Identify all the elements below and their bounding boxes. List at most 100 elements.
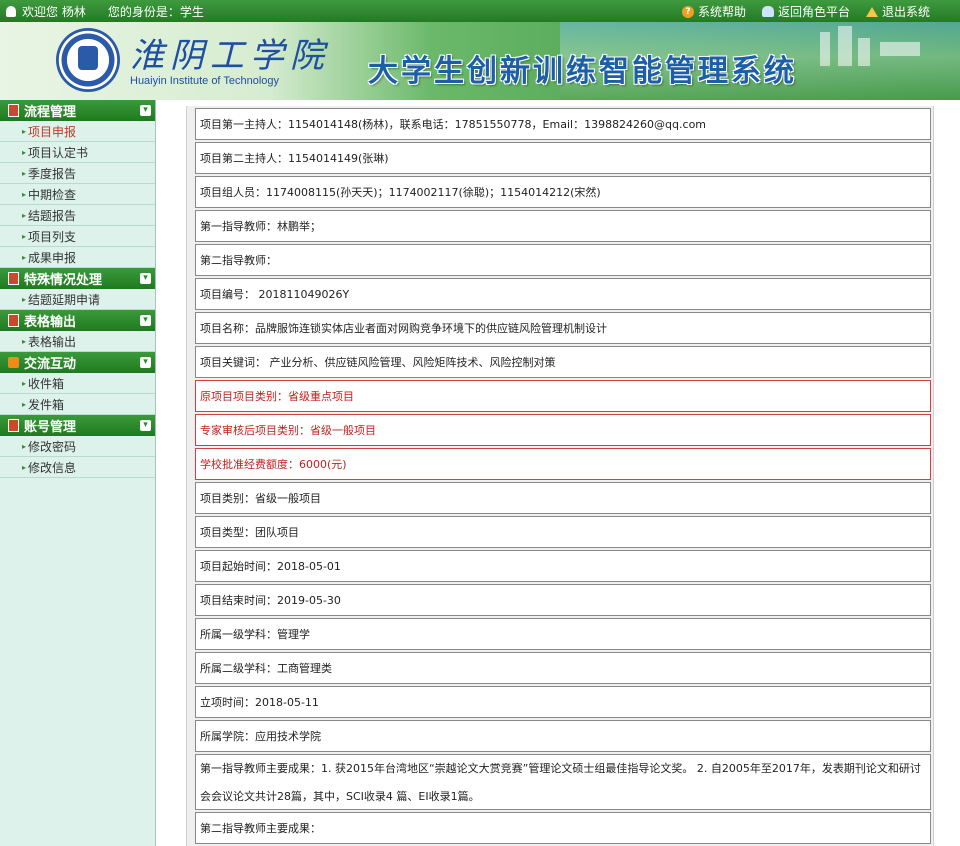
row-project-number: 项目编号： 201811049026Y [195,278,931,310]
arrow-right-icon: ▸ [22,147,27,157]
arrow-right-icon: ▸ [22,231,27,241]
sidebar-item-outbox[interactable]: ▸ 发件箱 [0,394,155,415]
rss-icon [8,357,19,368]
document-icon [8,314,19,327]
collapse-icon[interactable]: ▾ [140,315,151,326]
arrow-right-icon: ▸ [22,126,27,136]
arrow-right-icon: ▸ [22,462,27,472]
section-title: 交流互动 [24,357,77,372]
header-banner: 淮阴工学院 Huaiyin Institute of Technology 大学… [0,22,960,100]
collapse-icon[interactable]: ▾ [140,420,151,431]
row-category: 项目类别：省级一般项目 [195,482,931,514]
row-first-advisor: 第一指导教师：林鹏举； [195,210,931,242]
top-bar: 欢迎您 杨林 您的身份是：学生 ? 系统帮助 返回角色平台 退出系统 [0,0,960,22]
sidebar-item-label: 修改密码 [28,439,77,454]
sidebar-item-expenditure[interactable]: ▸ 项目列支 [0,226,155,247]
sidebar-item-label: 收件箱 [28,376,65,391]
sidebar-item-label: 项目列支 [28,229,77,244]
sidebar: 流程管理 ▾ ▸ 项目申报 ▸ 项目认定书 ▸ 季度报告 ▸ 中期检查 ▸ 结题报告 ▸ 项… [0,100,156,846]
row-second-advisor: 第二指导教师： [195,244,931,276]
row-type: 项目类型：团队项目 [195,516,931,548]
section-title: 表格输出 [24,315,77,330]
sidebar-item-project-apply[interactable]: ▸ 项目申报 [0,121,155,142]
section-account[interactable]: 账号管理 ▾ [0,415,155,436]
sidebar-item-extension[interactable]: ▸ 结题延期申请 [0,289,155,310]
arrow-right-icon: ▸ [22,210,27,220]
school-seal-logo [56,28,120,92]
sidebar-item-label: 项目认定书 [28,145,89,160]
sidebar-item-label: 项目申报 [28,124,77,139]
row-original-category: 原项目项目类别：省级重点项目 [195,380,931,412]
user-icon [6,6,16,17]
sidebar-item-label: 结题报告 [28,208,77,223]
sidebar-item-inbox[interactable]: ▸ 收件箱 [0,373,155,394]
school-name-en: Huaiyin Institute of Technology [130,75,279,87]
system-title: 大学生创新训练智能管理系统 [368,54,797,89]
row-second-advisor-achievements: 第二指导教师主要成果： [195,812,931,844]
document-icon [8,272,19,285]
user-info: 欢迎您 杨林 您的身份是：学生 [6,3,204,20]
logout-label: 退出系统 [881,5,930,19]
sidebar-item-change-password[interactable]: ▸ 修改密码 [0,436,155,457]
arrow-right-icon: ▸ [22,168,27,178]
document-icon [8,104,19,117]
collapse-icon[interactable]: ▾ [140,105,151,116]
row-discipline-2: 所属二级学科：工商管理类 [195,652,931,684]
arrow-right-icon: ▸ [22,294,27,304]
sidebar-item-midterm-check[interactable]: ▸ 中期检查 [0,184,155,205]
sidebar-item-label: 季度报告 [28,166,77,181]
sidebar-item-label: 中期检查 [28,187,77,202]
collapse-icon[interactable]: ▾ [140,357,151,368]
back-role-label: 返回角色平台 [777,5,850,19]
row-reviewed-category: 专家审核后项目类别：省级一般项目 [195,414,931,446]
row-discipline-1: 所属一级学科：管理学 [195,618,931,650]
help-label: 系统帮助 [697,5,746,19]
sidebar-item-edit-info[interactable]: ▸ 修改信息 [0,457,155,478]
sidebar-item-final-report[interactable]: ▸ 结题报告 [0,205,155,226]
arrow-right-icon: ▸ [22,189,27,199]
section-communication[interactable]: 交流互动 ▾ [0,352,155,373]
section-title: 账号管理 [24,420,77,435]
row-college: 所属学院：应用技术学院 [195,720,931,752]
section-title: 流程管理 [24,105,77,120]
sidebar-item-form-output[interactable]: ▸ 表格输出 [0,331,155,352]
document-icon [8,419,19,432]
people-icon [761,6,774,17]
section-process-management[interactable]: 流程管理 ▾ [0,100,155,121]
arrow-right-icon: ▸ [22,336,27,346]
sidebar-item-label: 修改信息 [28,460,77,475]
row-approval-date: 立项时间：2018-05-11 [195,686,931,718]
sidebar-item-label: 发件箱 [28,397,65,412]
row-first-advisor-achievements: 第一指导教师主要成果：1. 获2015年台湾地区“崇越论文大赏竞赛”管理论文硕士… [195,754,931,810]
home-icon [865,6,878,17]
section-form-output[interactable]: 表格输出 ▾ [0,310,155,331]
help-icon: ? [681,5,694,18]
identity-text: 您的身份是：学生 [107,5,204,19]
collapse-icon[interactable]: ▾ [140,273,151,284]
welcome-text: 欢迎您 杨林 [22,5,86,19]
help-link[interactable]: ? 系统帮助 [681,3,746,20]
sidebar-item-label: 成果申报 [28,250,77,265]
row-end-date: 项目结束时间：2019-05-30 [195,584,931,616]
sidebar-item-quarterly-report[interactable]: ▸ 季度报告 [0,163,155,184]
arrow-right-icon: ▸ [22,378,27,388]
arrow-right-icon: ▸ [22,399,27,409]
project-detail-panel: 项目第一主持人：1154014148(杨林)，联系电话：17851550778，… [186,106,934,846]
section-title: 特殊情况处理 [24,273,103,288]
arrow-right-icon: ▸ [22,441,27,451]
arrow-right-icon: ▸ [22,252,27,262]
back-role-link[interactable]: 返回角色平台 [761,3,850,20]
school-name-cn: 淮阴工学院 [130,36,330,76]
sidebar-item-label: 结题延期申请 [28,292,101,307]
sidebar-item-label: 表格输出 [28,334,77,349]
row-first-leader: 项目第一主持人：1154014148(杨林)，联系电话：17851550778，… [195,108,931,140]
row-members: 项目组人员：1174008115(孙天天)；1174002117(徐聪)；115… [195,176,931,208]
logout-link[interactable]: 退出系统 [865,3,930,20]
sidebar-item-achievement[interactable]: ▸ 成果申报 [0,247,155,268]
row-keywords: 项目关键词： 产业分析、供应链风险管理、风险矩阵技术、风险控制对策 [195,346,931,378]
section-special-cases[interactable]: 特殊情况处理 ▾ [0,268,155,289]
row-project-name: 项目名称：品牌服饰连锁实体店业者面对网购竞争环境下的供应链风险管理机制设计 [195,312,931,344]
row-approved-funding: 学校批准经费额度：6000(元) [195,448,931,480]
row-second-leader: 项目第二主持人：1154014149(张琳) [195,142,931,174]
sidebar-item-certificate[interactable]: ▸ 项目认定书 [0,142,155,163]
